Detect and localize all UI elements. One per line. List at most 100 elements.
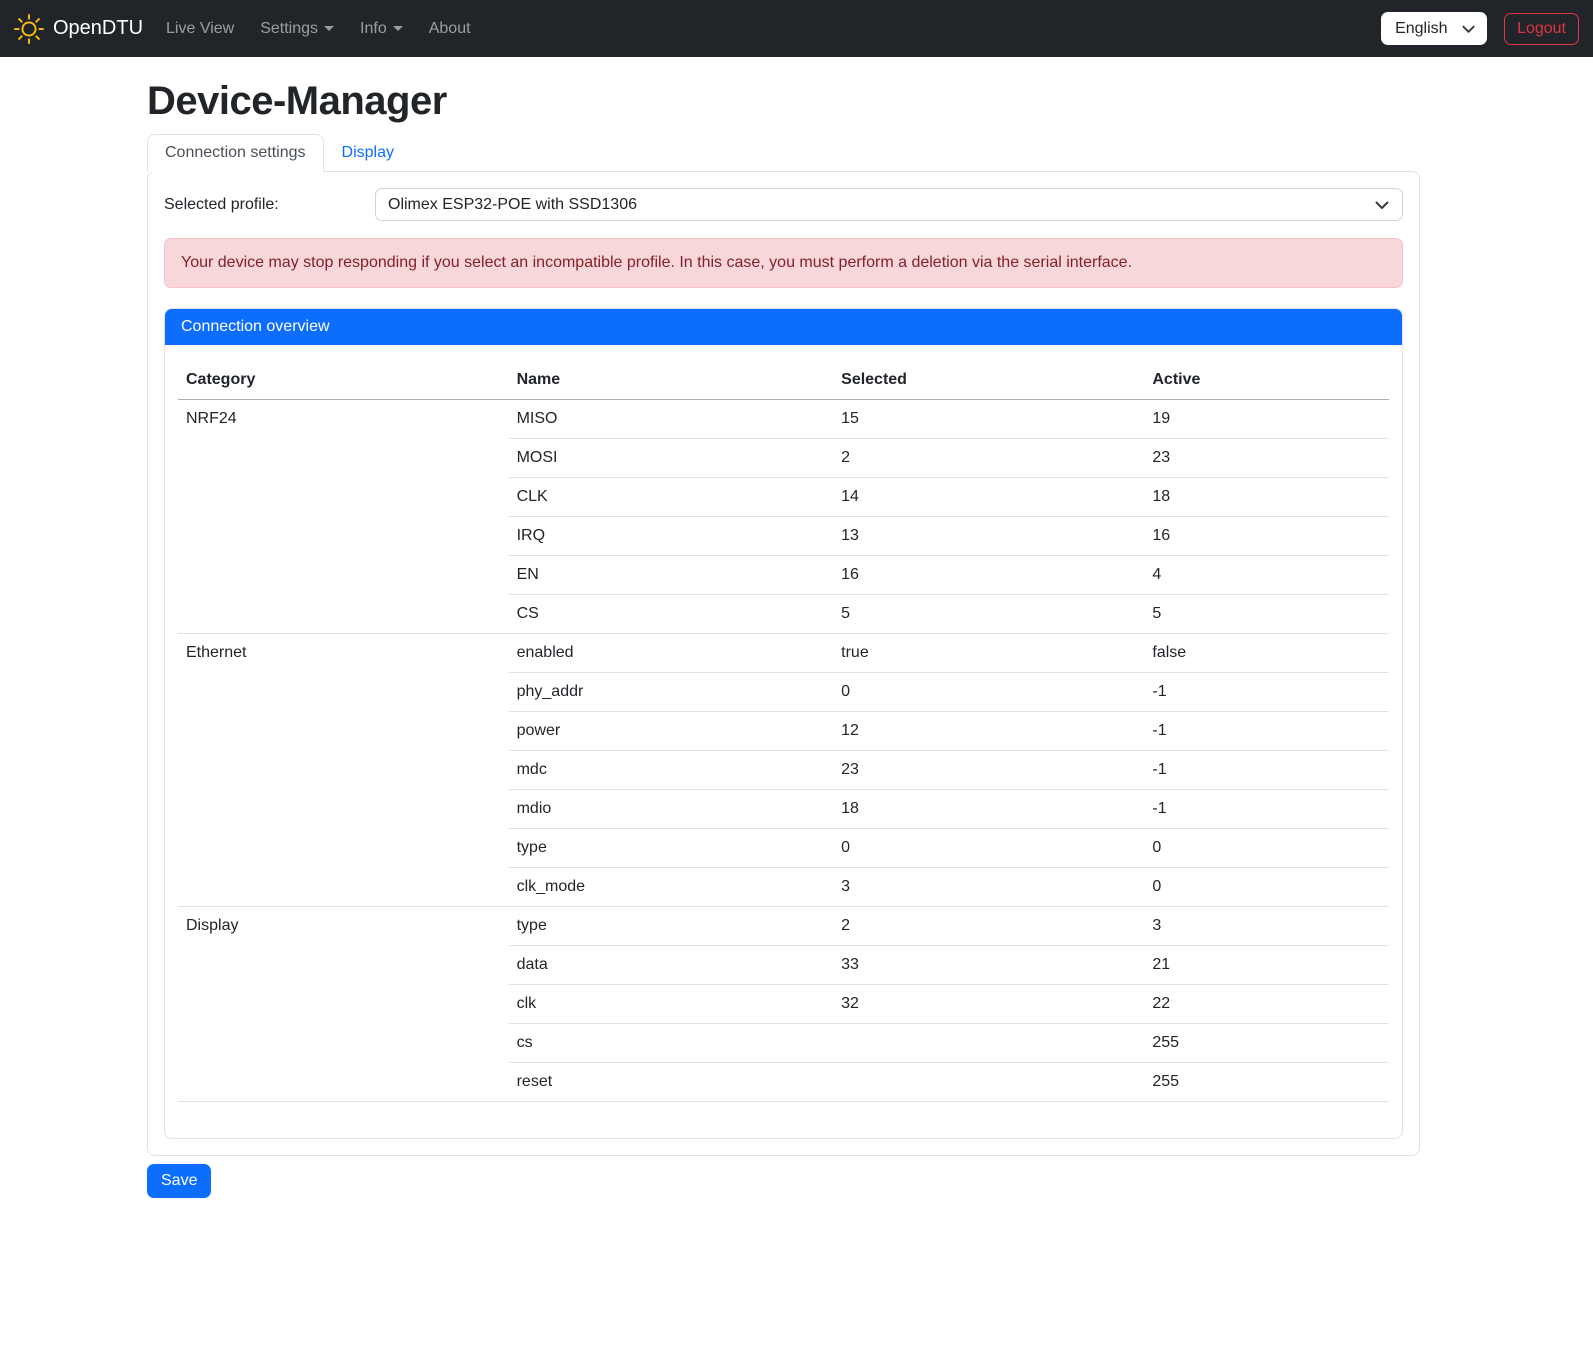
connection-overview-card: Connection overview CategoryNameSelected… (164, 308, 1403, 1139)
nav-item-live-view[interactable]: Live View (153, 12, 247, 46)
name-cell: phy_addr (509, 673, 834, 712)
selected-cell: 2 (833, 907, 1144, 946)
brand[interactable]: OpenDTU (14, 10, 143, 48)
selected-cell: 15 (833, 400, 1144, 439)
nav-item-label: Settings (260, 20, 318, 38)
selected-cell: 33 (833, 946, 1144, 985)
page-title: Device-Manager (147, 79, 1420, 124)
profile-label: Selected profile: (164, 196, 375, 214)
name-cell: CS (509, 595, 834, 634)
active-cell: -1 (1144, 751, 1389, 790)
category-group-display: Displaytype23data3321clk3222cs255reset25… (178, 907, 1389, 1102)
connection-overview-body: CategoryNameSelectedActive NRF24MISO1519… (165, 345, 1402, 1138)
column-header-name: Name (509, 361, 834, 400)
selected-cell (833, 1063, 1144, 1102)
language-select-wrap: English (1381, 12, 1487, 45)
active-cell: 22 (1144, 985, 1389, 1024)
caret-down-icon (324, 26, 334, 31)
caret-down-icon (393, 26, 403, 31)
nav-item-label: Info (360, 20, 387, 38)
table-row: NRF24MISO1519 (178, 400, 1389, 439)
selected-cell: 5 (833, 595, 1144, 634)
language-select[interactable]: English (1381, 12, 1487, 45)
active-cell: 0 (1144, 829, 1389, 868)
active-cell: 18 (1144, 478, 1389, 517)
table-row: Ethernetenabledtruefalse (178, 634, 1389, 673)
tab-content-card: Selected profile: Olimex ESP32-POE with … (147, 171, 1420, 1156)
table-row: Displaytype23 (178, 907, 1389, 946)
selected-cell: 2 (833, 439, 1144, 478)
nav-item-info[interactable]: Info (347, 12, 416, 46)
active-cell: 19 (1144, 400, 1389, 439)
selected-cell: 23 (833, 751, 1144, 790)
table-header-row: CategoryNameSelectedActive (178, 361, 1389, 400)
active-cell: 0 (1144, 868, 1389, 907)
main-container: Device-Manager Connection settingsDispla… (147, 79, 1420, 1198)
nav-item-about[interactable]: About (416, 12, 484, 46)
name-cell: reset (509, 1063, 834, 1102)
tab-bar: Connection settingsDisplay (147, 134, 1420, 171)
column-header-active: Active (1144, 361, 1389, 400)
name-cell: power (509, 712, 834, 751)
category-cell: NRF24 (178, 400, 509, 634)
selected-cell: 0 (833, 673, 1144, 712)
nav-links: Live View Settings Info About (153, 12, 484, 46)
active-cell: 3 (1144, 907, 1389, 946)
active-cell: -1 (1144, 790, 1389, 829)
category-group-nrf24: NRF24MISO1519MOSI223CLK1418IRQ1316EN164C… (178, 400, 1389, 634)
name-cell: clk (509, 985, 834, 1024)
active-cell: 255 (1144, 1063, 1389, 1102)
active-cell: 255 (1144, 1024, 1389, 1063)
name-cell: enabled (509, 634, 834, 673)
profile-select[interactable]: Olimex ESP32-POE with SSD1306 (375, 188, 1403, 221)
name-cell: type (509, 829, 834, 868)
sun-icon (14, 14, 44, 44)
column-header-category: Category (178, 361, 509, 400)
name-cell: CLK (509, 478, 834, 517)
tab-connection-settings[interactable]: Connection settings (147, 134, 324, 172)
selected-cell: true (833, 634, 1144, 673)
name-cell: data (509, 946, 834, 985)
active-cell: 21 (1144, 946, 1389, 985)
profile-row: Selected profile: Olimex ESP32-POE with … (164, 188, 1403, 221)
logout-button[interactable]: Logout (1504, 13, 1579, 45)
name-cell: MISO (509, 400, 834, 439)
category-cell: Ethernet (178, 634, 509, 907)
active-cell: -1 (1144, 673, 1389, 712)
name-cell: clk_mode (509, 868, 834, 907)
navbar: OpenDTU Live View Settings Info About Engli… (0, 0, 1593, 57)
active-cell: 16 (1144, 517, 1389, 556)
overview-table: CategoryNameSelectedActive NRF24MISO1519… (178, 361, 1389, 1102)
name-cell: MOSI (509, 439, 834, 478)
active-cell: -1 (1144, 712, 1389, 751)
name-cell: mdc (509, 751, 834, 790)
selected-cell: 16 (833, 556, 1144, 595)
selected-cell: 14 (833, 478, 1144, 517)
incompatible-profile-warning: Your device may stop responding if you s… (164, 238, 1403, 288)
active-cell: 4 (1144, 556, 1389, 595)
selected-cell: 32 (833, 985, 1144, 1024)
selected-cell: 18 (833, 790, 1144, 829)
tab-display[interactable]: Display (324, 134, 412, 172)
name-cell: type (509, 907, 834, 946)
selected-cell: 0 (833, 829, 1144, 868)
brand-label: OpenDTU (53, 17, 143, 40)
active-cell: 23 (1144, 439, 1389, 478)
profile-select-wrap: Olimex ESP32-POE with SSD1306 (375, 188, 1403, 221)
nav-item-settings[interactable]: Settings (247, 12, 347, 46)
selected-cell (833, 1024, 1144, 1063)
name-cell: cs (509, 1024, 834, 1063)
name-cell: mdio (509, 790, 834, 829)
category-cell: Display (178, 907, 509, 1102)
category-group-ethernet: Ethernetenabledtruefalsephy_addr0-1power… (178, 634, 1389, 907)
nav-item-label: About (429, 20, 471, 38)
selected-cell: 12 (833, 712, 1144, 751)
active-cell: false (1144, 634, 1389, 673)
save-button[interactable]: Save (147, 1164, 211, 1198)
selected-cell: 13 (833, 517, 1144, 556)
name-cell: IRQ (509, 517, 834, 556)
connection-overview-header: Connection overview (165, 309, 1402, 345)
column-header-selected: Selected (833, 361, 1144, 400)
name-cell: EN (509, 556, 834, 595)
selected-cell: 3 (833, 868, 1144, 907)
